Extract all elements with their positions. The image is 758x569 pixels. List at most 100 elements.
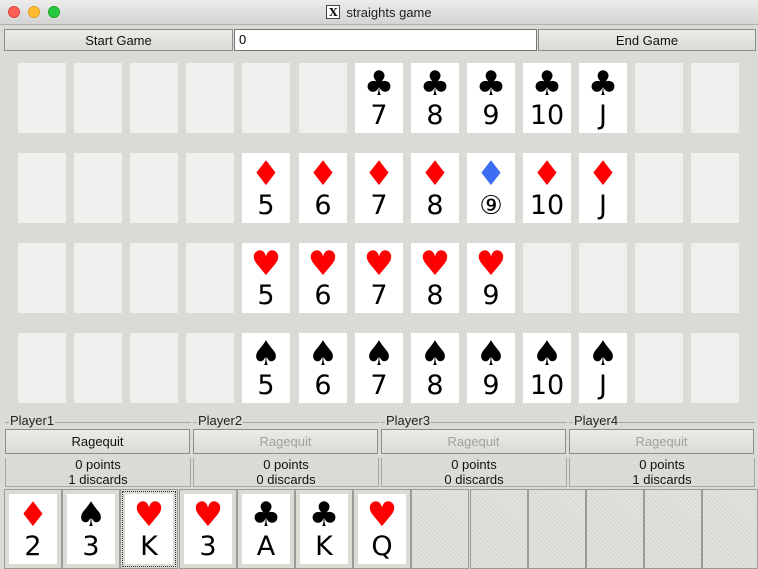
empty-hand-slot[interactable] xyxy=(470,489,528,569)
spade-icon: ♠ xyxy=(250,334,282,374)
played-card: ♦ ⑨ xyxy=(467,153,515,223)
hand-card-button[interactable]: ♣ K xyxy=(295,489,353,569)
diamond-icon: ♦ xyxy=(531,154,563,194)
empty-card-slot xyxy=(18,63,66,133)
player-points: 0 points xyxy=(263,457,309,472)
card-rank: J xyxy=(599,100,607,131)
empty-card-slot xyxy=(635,333,683,403)
spade-icon: ♠ xyxy=(363,334,395,374)
card-rank: 9 xyxy=(482,370,500,401)
played-card: ♦ 10 xyxy=(523,153,571,223)
x11-app-icon: X xyxy=(326,5,341,19)
club-icon: ♣ xyxy=(587,64,619,104)
ragequit-button[interactable]: Ragequit xyxy=(193,429,378,454)
heart-icon: ♥ xyxy=(363,244,395,284)
card-rank: 9 xyxy=(482,100,500,131)
played-card: ♠ 10 xyxy=(523,333,571,403)
empty-card-slot xyxy=(579,243,627,313)
hand-card-button[interactable]: ♥ 3 xyxy=(179,489,237,569)
start-game-button[interactable]: Start Game xyxy=(4,29,233,51)
card-rank: 10 xyxy=(529,100,565,131)
card-rank: 6 xyxy=(314,190,332,221)
played-card: ♦ 6 xyxy=(299,153,347,223)
end-game-button[interactable]: End Game xyxy=(538,29,756,51)
club-icon: ♣ xyxy=(531,64,563,104)
player-name: Player2 xyxy=(197,413,244,428)
heart-icon: ♥ xyxy=(250,244,282,284)
seed-input[interactable]: 0 xyxy=(234,29,537,51)
hand-card-button[interactable]: ♥ K xyxy=(120,489,178,569)
played-card: ♦ 5 xyxy=(242,153,290,223)
spade-icon: ♠ xyxy=(419,334,451,374)
club-icon: ♣ xyxy=(419,64,451,104)
card-rank: 2 xyxy=(24,531,42,562)
spade-icon: ♠ xyxy=(531,334,563,374)
spade-icon: ♠ xyxy=(307,334,339,374)
empty-card-slot xyxy=(635,153,683,223)
played-card: ♦ 7 xyxy=(355,153,403,223)
hand-card: ♣ A xyxy=(242,494,290,564)
player-name: Player1 xyxy=(9,413,56,428)
player-panel: Player3 Ragequit 0 points 0 discards xyxy=(381,414,567,487)
ragequit-button[interactable]: Ragequit xyxy=(381,429,566,454)
empty-hand-slot[interactable] xyxy=(528,489,586,569)
empty-card-slot xyxy=(691,243,739,313)
club-icon: ♣ xyxy=(250,495,282,535)
empty-card-slot xyxy=(691,333,739,403)
empty-card-slot xyxy=(130,333,178,403)
diamond-icon: ♦ xyxy=(475,154,507,194)
played-card: ♥ 5 xyxy=(242,243,290,313)
empty-card-slot xyxy=(18,243,66,313)
played-card: ♠ 8 xyxy=(411,333,459,403)
player-points: 0 points xyxy=(639,457,685,472)
ragequit-button[interactable]: Ragequit xyxy=(5,429,190,454)
empty-hand-slot[interactable] xyxy=(644,489,702,569)
card-rank: 5 xyxy=(257,280,275,311)
player-discards: 1 discards xyxy=(68,472,128,487)
empty-card-slot xyxy=(186,63,234,133)
card-rank: 5 xyxy=(257,370,275,401)
heart-icon: ♥ xyxy=(475,244,507,284)
empty-card-slot xyxy=(74,63,122,133)
card-rank: J xyxy=(599,370,607,401)
card-rank: 7 xyxy=(370,280,388,311)
card-rank: ⑨ xyxy=(479,191,503,221)
diamond-icon: ♦ xyxy=(363,154,395,194)
card-rank: 5 xyxy=(257,190,275,221)
diamond-icon: ♦ xyxy=(419,154,451,194)
hand-card: ♥ K xyxy=(125,494,173,564)
empty-card-slot xyxy=(186,243,234,313)
hand-card: ♥ Q xyxy=(358,494,406,564)
heart-icon: ♥ xyxy=(133,495,165,535)
empty-card-slot xyxy=(18,153,66,223)
player-discards: 0 discards xyxy=(256,472,316,487)
empty-hand-slot[interactable] xyxy=(411,489,469,569)
heart-icon: ♥ xyxy=(192,495,224,535)
played-card: ♣ 9 xyxy=(467,63,515,133)
hand-card: ♥ 3 xyxy=(184,494,232,564)
empty-hand-slot[interactable] xyxy=(702,489,758,569)
played-card: ♥ 6 xyxy=(299,243,347,313)
card-rank: 7 xyxy=(370,190,388,221)
hand-card-button[interactable]: ♣ A xyxy=(237,489,295,569)
card-rank: K xyxy=(315,531,333,562)
diamond-icon: ♦ xyxy=(307,154,339,194)
empty-card-slot xyxy=(242,63,290,133)
empty-hand-slot[interactable] xyxy=(586,489,644,569)
played-card: ♦ J xyxy=(579,153,627,223)
hand-card-button[interactable]: ♥ Q xyxy=(353,489,411,569)
card-rank: 7 xyxy=(370,370,388,401)
empty-card-slot xyxy=(691,153,739,223)
card-rank: 6 xyxy=(314,370,332,401)
hand-card: ♦ 2 xyxy=(9,494,57,564)
card-rank: 7 xyxy=(370,100,388,131)
player-name: Player3 xyxy=(385,413,432,428)
ragequit-button[interactable]: Ragequit xyxy=(569,429,754,454)
played-card: ♠ 7 xyxy=(355,333,403,403)
played-card: ♣ 10 xyxy=(523,63,571,133)
hand-card-button[interactable]: ♠ 3 xyxy=(62,489,120,569)
player-name: Player4 xyxy=(573,413,620,428)
empty-card-slot xyxy=(299,63,347,133)
hand-card-button[interactable]: ♦ 2 xyxy=(4,489,62,569)
empty-card-slot xyxy=(186,333,234,403)
